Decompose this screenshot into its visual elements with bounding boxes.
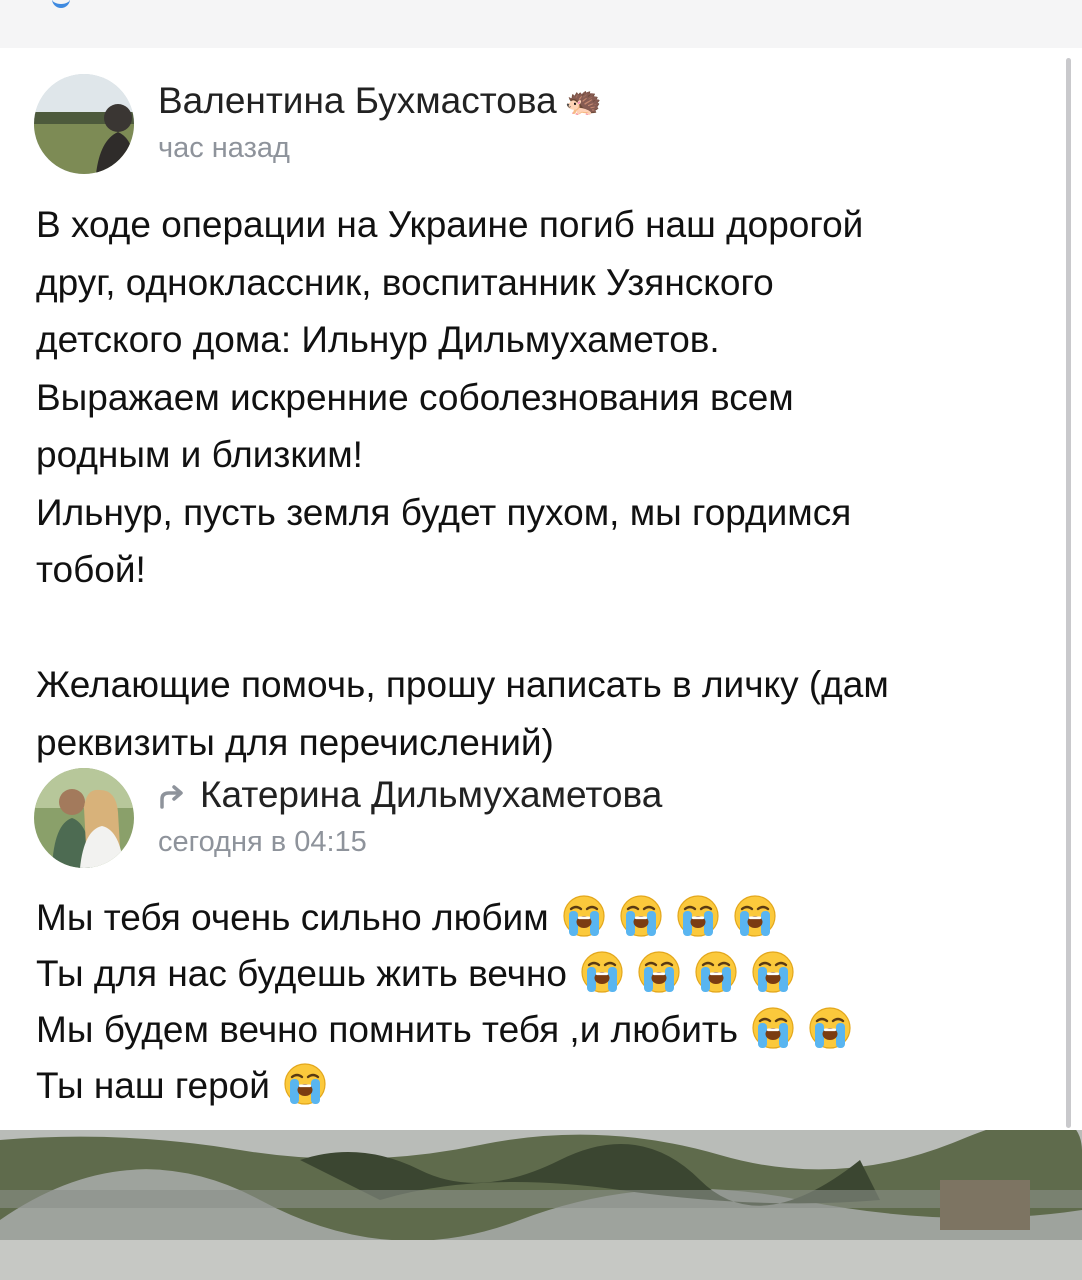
- post-time[interactable]: час назад: [158, 132, 290, 165]
- repost-line: Мы будем вечно помнить тебя ,и любить: [36, 1002, 1046, 1058]
- loudly-crying-face-icon: [284, 1063, 326, 1105]
- post-line: Ильнур, пусть земля будет пухом, мы горд…: [36, 491, 852, 533]
- repost-line: Ты для нас будешь жить вечно: [36, 946, 1046, 1002]
- repost-author-avatar[interactable]: [34, 768, 134, 868]
- hedgehog-icon: 🦔: [564, 85, 603, 118]
- loudly-crying-face-icon: [677, 895, 719, 937]
- loudly-crying-face-icon: [734, 895, 776, 937]
- top-bar: [0, 0, 1082, 48]
- post-text: В ходе операции на Украине погиб наш дор…: [36, 196, 1046, 771]
- post-line: родным и близким!: [36, 434, 363, 475]
- loudly-crying-face-icon: [563, 895, 605, 937]
- repost-author-name[interactable]: Катерина Дильмухаметова: [158, 774, 662, 816]
- post-line-blank: [36, 599, 1046, 657]
- repost-arrow-icon: [160, 785, 183, 809]
- loudly-crying-face-icon: [695, 951, 737, 993]
- post-line: друг, одноклассник, воспитанник Узянског…: [36, 261, 774, 303]
- post-line: В ходе операции на Украине погиб наш дор…: [36, 204, 864, 245]
- repost-text: Мы тебя очень сильно любим Ты для нас бу…: [36, 890, 1046, 1114]
- post-line: детского дома: Ильнур Дильмухаметов.: [36, 319, 720, 360]
- loudly-crying-face-icon: [581, 951, 623, 993]
- loudly-crying-face-icon: [638, 951, 680, 993]
- repost-header: Катерина Дильмухаметова сегодня в 04:15: [34, 768, 1014, 868]
- scrollbar[interactable]: [1066, 58, 1071, 1128]
- loudly-crying-face-icon: [752, 951, 794, 993]
- post-line: реквизиты для перечислений): [36, 721, 554, 763]
- author-name[interactable]: Валентина Бухмастова 🦔: [158, 80, 602, 122]
- repost-time[interactable]: сегодня в 04:15: [158, 826, 367, 859]
- top-bar-icon[interactable]: [52, 0, 70, 8]
- post-header: Валентина Бухмастова 🦔 час назад: [34, 74, 1014, 174]
- post-line: тобой!: [36, 549, 146, 590]
- loudly-crying-face-icon: [620, 895, 662, 937]
- attached-photo[interactable]: [0, 1130, 1082, 1280]
- repost-line: Ты наш герой: [36, 1058, 1046, 1114]
- post-line: Выражаем искренние соболезнования всем: [36, 376, 794, 418]
- author-avatar[interactable]: [34, 74, 134, 174]
- loudly-crying-face-icon: [809, 1007, 851, 1049]
- repost-line: Мы тебя очень сильно любим: [36, 890, 1046, 946]
- post-line: Желающие помочь, прошу написать в личку …: [36, 664, 889, 705]
- loudly-crying-face-icon: [752, 1007, 794, 1049]
